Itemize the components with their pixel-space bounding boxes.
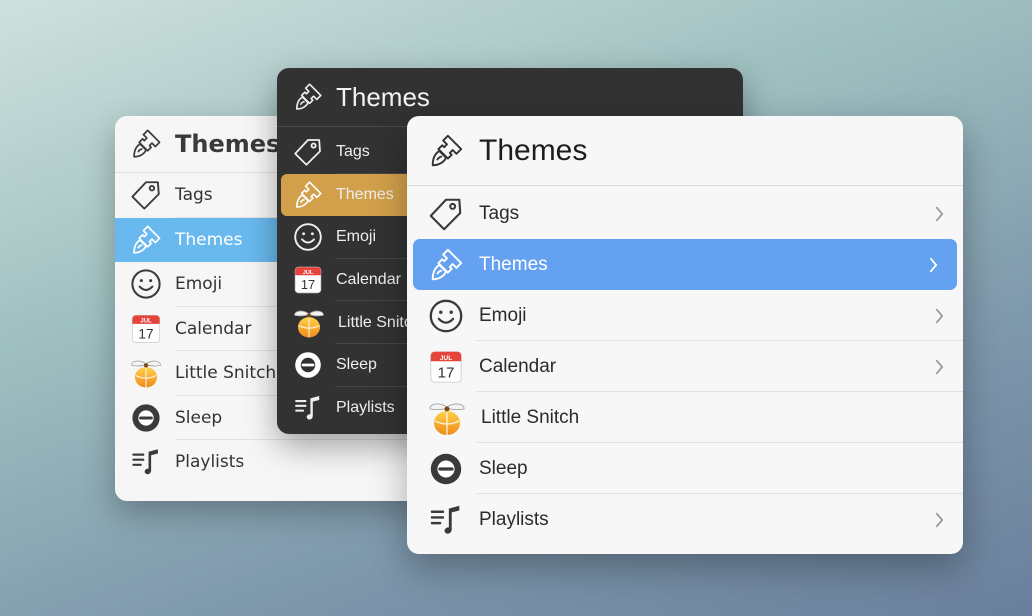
little-snitch-icon (129, 356, 163, 390)
panel-header: Themes (407, 116, 963, 186)
menu-item-label: Emoji (479, 304, 527, 326)
chevron-right-icon (934, 307, 945, 325)
chevron-right-icon (934, 511, 945, 529)
menu-item-playlists[interactable]: Playlists (407, 494, 963, 545)
menu-item-emoji[interactable]: Emoji (407, 290, 963, 341)
paintbrush-icon (129, 127, 163, 161)
svg-text:17: 17 (438, 364, 455, 381)
menu-item-label: Sleep (336, 356, 377, 374)
smiley-icon (129, 267, 163, 301)
menu-item-label: Calendar (175, 318, 252, 339)
playlist-icon (129, 445, 163, 479)
menu-item-label: Little Snitch (175, 363, 277, 384)
chevron-right-icon (928, 256, 939, 274)
menu-item-tags[interactable]: Tags (407, 188, 963, 239)
svg-text:17: 17 (301, 277, 315, 292)
menu-item-label: Emoji (175, 274, 223, 295)
menu-item-themes[interactable]: Themes (413, 239, 957, 290)
menu-item-label: Sleep (479, 457, 528, 479)
playlist-icon (427, 501, 465, 539)
menu-item-label: Playlists (479, 508, 549, 530)
calendar-icon: JUL 17 (292, 264, 324, 296)
little-snitch-icon (292, 306, 326, 340)
menu-item-label: Tags (479, 202, 520, 224)
paintbrush-icon (129, 223, 163, 257)
little-snitch-icon (427, 398, 467, 438)
menu-item-label: Calendar (336, 271, 401, 289)
svg-text:JUL: JUL (303, 270, 314, 276)
menu-item-label: Themes (175, 229, 243, 250)
menu-item-label: Tags (336, 143, 370, 161)
smiley-icon (427, 297, 465, 335)
paintbrush-icon (427, 132, 465, 170)
svg-text:JUL: JUL (440, 354, 453, 361)
chevron-right-icon (934, 358, 945, 376)
menu-item-label: Tags (175, 185, 213, 206)
sleep-icon (427, 450, 465, 488)
paintbrush-icon (292, 81, 324, 113)
menu-item-label: Themes (479, 253, 548, 275)
panel-title: Themes (175, 130, 281, 158)
menu-item-calendar[interactable]: JUL 17 Calendar (407, 341, 963, 392)
paintbrush-icon (292, 179, 324, 211)
smiley-icon (292, 221, 324, 253)
menu-item-label: Playlists (336, 398, 395, 416)
menu-item-label: Sleep (175, 407, 223, 428)
menu-item-label: Playlists (175, 452, 245, 473)
menu-item-label: Little Snitch (481, 406, 580, 428)
svg-text:JUL: JUL (140, 318, 152, 324)
menu-panel-light-front: Themes Tags Themes Emoji JUL 17 Calendar… (407, 116, 963, 554)
menu-item-sleep[interactable]: Sleep (407, 443, 963, 494)
sleep-icon (129, 401, 163, 435)
svg-text:17: 17 (138, 326, 153, 341)
menu-item-label: Emoji (336, 228, 377, 246)
menu-list: Tags Themes Emoji JUL 17 Calendar Little… (407, 186, 963, 545)
panel-title: Themes (336, 81, 430, 112)
menu-item-label: Themes (336, 185, 394, 203)
menu-item-playlists[interactable]: Playlists (115, 440, 435, 485)
tag-icon (292, 136, 324, 168)
panel-title: Themes (479, 133, 588, 167)
calendar-icon: JUL 17 (129, 312, 163, 346)
sleep-icon (292, 349, 324, 381)
paintbrush-icon (427, 246, 465, 284)
menu-item-label: Calendar (479, 355, 557, 377)
menu-item-little-snitch[interactable]: Little Snitch (407, 392, 963, 443)
calendar-icon: JUL 17 (427, 348, 465, 386)
chevron-right-icon (934, 205, 945, 223)
tag-icon (129, 178, 163, 212)
playlist-icon (292, 392, 324, 424)
tag-icon (427, 195, 465, 233)
